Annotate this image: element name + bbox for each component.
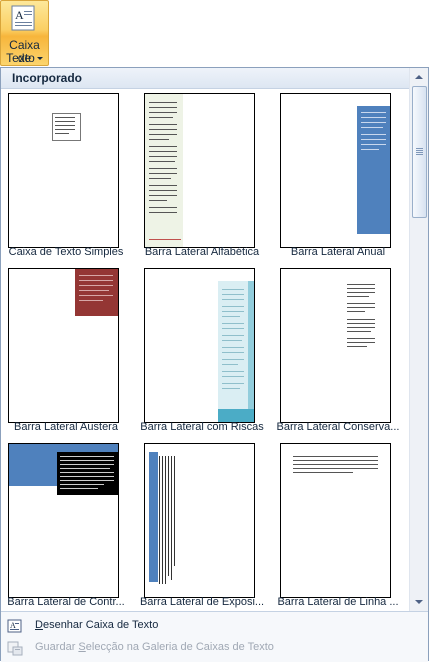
draw-textbox-menu-item[interactable]: A Desenhar Caixa de Texto <box>1 615 428 637</box>
gallery-item-caption: Barra Lateral Alfabética <box>144 246 260 258</box>
gallery-item-line[interactable]: Barra Lateral de Linha ... <box>273 439 405 614</box>
gallery-item-stripes[interactable]: Barra Lateral com Riscas <box>137 264 269 439</box>
gallery-item-caption: Barra Lateral Anual <box>290 246 386 258</box>
thumbnail <box>8 93 119 248</box>
gallery-footer-menu: A Desenhar Caixa de Texto Guardar Selecç… <box>1 611 428 662</box>
textbox-gallery: Incorporado Caixa de Texto Simples Barra… <box>0 67 429 662</box>
dropdown-arrow-icon <box>36 57 43 61</box>
draw-textbox-label: Desenhar Caixa de Texto <box>35 619 159 631</box>
scrollbar-thumb[interactable] <box>412 86 427 218</box>
thumbnail <box>144 268 255 423</box>
save-selection-menu-item: Guardar Selecção na Galeria de Caixas de… <box>1 637 428 659</box>
text-box-icon: A <box>11 5 35 31</box>
gallery-item-caption: Barra Lateral com Riscas <box>140 421 264 433</box>
gallery-item-conservative[interactable]: Barra Lateral Conserva... <box>273 264 405 439</box>
gallery-item-alphabet[interactable]: Barra Lateral Alfabética <box>137 89 269 264</box>
text-box-ribbon-button[interactable]: A Caixa de Texto <box>0 0 49 66</box>
gallery-item-caption: Caixa de Texto Simples <box>8 246 124 258</box>
save-selection-label: Guardar Selecção na Galeria de Caixas de… <box>35 641 274 653</box>
draw-textbox-icon: A <box>7 619 22 633</box>
gallery-item-exposition[interactable]: Barra Lateral de Exposi... <box>137 439 269 614</box>
svg-text:A: A <box>10 621 16 630</box>
svg-text:A: A <box>15 8 24 22</box>
ribbon-area: A Caixa de Texto <box>0 0 429 67</box>
thumbnail <box>280 93 391 248</box>
gallery-item-annual[interactable]: Barra Lateral Anual <box>273 89 405 264</box>
thumbnail <box>280 443 391 598</box>
gallery-item-caption: Barra Lateral de Contr... <box>7 596 125 608</box>
gallery-item-simple[interactable]: Caixa de Texto Simples <box>1 89 133 264</box>
gallery-item-caption: Barra Lateral Austera <box>14 421 118 433</box>
gallery-grid: Caixa de Texto Simples Barra Lateral Alf… <box>1 89 409 611</box>
scroll-down-arrow-icon[interactable] <box>410 594 428 610</box>
thumbnail <box>8 443 119 598</box>
category-title: Incorporado <box>12 71 83 85</box>
gallery-scrollbar[interactable] <box>409 68 428 611</box>
gallery-item-contrast[interactable]: Barra Lateral de Contr... <box>1 439 133 614</box>
gallery-item-caption: Barra Lateral Conserva... <box>276 421 400 433</box>
category-header: Incorporado <box>1 68 409 89</box>
thumbnail <box>8 268 119 423</box>
thumbnail <box>144 443 255 598</box>
save-to-gallery-icon <box>7 641 23 656</box>
gallery-item-caption: Barra Lateral de Linha ... <box>277 596 399 608</box>
gallery-item-caption: Barra Lateral de Exposi... <box>139 596 265 608</box>
thumbnail <box>144 93 255 248</box>
gallery-item-austere[interactable]: Barra Lateral Austera <box>1 264 133 439</box>
ribbon-button-label-2: Texto <box>1 52 48 65</box>
thumbnail <box>280 268 391 423</box>
scroll-up-arrow-icon[interactable] <box>410 69 428 85</box>
